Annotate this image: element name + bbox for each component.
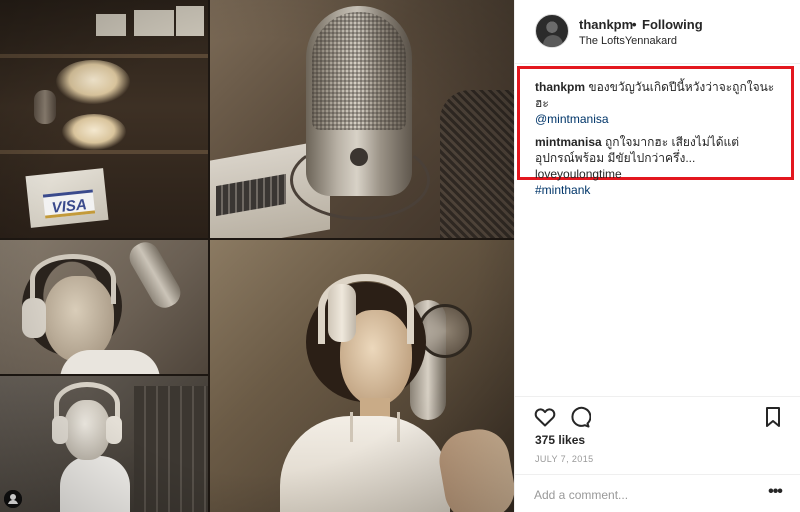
headphone-cup xyxy=(328,284,356,342)
shelf xyxy=(0,54,208,58)
lamp-glow xyxy=(56,60,130,104)
comment-item: mintmanisa ถูกใจมากฮะ เสียงไม่ได้แต่อุปก… xyxy=(535,134,777,198)
pop-filter xyxy=(440,90,514,238)
separator-dot: • xyxy=(632,17,637,32)
comment-username[interactable]: mintmanisa xyxy=(535,135,602,149)
like-heart-icon[interactable] xyxy=(533,405,557,429)
add-comment-bar: ••• xyxy=(515,474,800,512)
headphone-cup xyxy=(22,298,46,338)
shelf xyxy=(0,150,208,154)
more-options-icon[interactable]: ••• xyxy=(763,483,787,505)
comment-item: thankpm ของขวัญวันเกิดปีนี้หวังว่าจะถูกใ… xyxy=(535,79,777,127)
following-button[interactable]: Following xyxy=(642,17,703,32)
lamp-glow xyxy=(62,114,126,150)
bookmark-glyph xyxy=(766,407,780,427)
post-username[interactable]: thankpm xyxy=(579,17,633,32)
pop-filter xyxy=(418,304,472,358)
add-comment-input[interactable] xyxy=(534,485,754,505)
action-bar xyxy=(515,396,800,432)
collage-tile-laughing xyxy=(0,240,208,374)
visa-card: VISA xyxy=(42,189,96,219)
headphone-cup xyxy=(52,416,68,444)
collage-tile-smiling xyxy=(0,376,208,512)
headphones xyxy=(30,254,116,304)
collar xyxy=(350,412,400,442)
post-header: thankpm • Following The LoftsYennakard xyxy=(515,0,800,64)
comment-username[interactable]: thankpm xyxy=(535,80,585,94)
mention-link[interactable]: @mintmanisa xyxy=(535,112,609,126)
collage-tile-singing xyxy=(210,240,514,512)
post-photo[interactable]: VISA xyxy=(0,0,514,512)
hashtag-link[interactable]: #minthank xyxy=(535,183,590,197)
bubble-glyph xyxy=(571,406,592,428)
likes-count[interactable]: 375 likes xyxy=(535,433,585,447)
comment-bubble-icon[interactable] xyxy=(567,405,592,429)
avatar-silhouette xyxy=(543,35,563,47)
collage-tile-microphone xyxy=(210,0,514,238)
headphone-cup xyxy=(106,416,122,444)
comments-highlight-box: thankpm ของขวัญวันเกิดปีนี้หวังว่าจะถูกใ… xyxy=(517,66,794,197)
collage-tile-studio-desk: VISA xyxy=(0,0,208,238)
bookmark-icon[interactable] xyxy=(761,405,785,429)
location-link[interactable]: The LoftsYennakard xyxy=(579,35,677,47)
small-microphone xyxy=(34,90,56,124)
post-sidebar: thankpm • Following The LoftsYennakard t… xyxy=(514,0,800,512)
studio-window xyxy=(134,386,208,512)
studio-microphone xyxy=(124,240,186,313)
avatar[interactable] xyxy=(535,14,569,48)
shirt xyxy=(60,350,160,374)
arm xyxy=(434,424,514,512)
shirt xyxy=(60,456,130,512)
shelf-box xyxy=(134,10,174,36)
microphone-grill xyxy=(312,12,406,130)
shelf-box xyxy=(96,14,126,36)
post-date: JULY 7, 2015 xyxy=(535,454,594,464)
microphone-badge xyxy=(350,148,368,166)
shelf-box xyxy=(176,6,204,36)
heart-glyph xyxy=(534,408,556,427)
user-tag-glyph xyxy=(4,490,22,508)
user-icon[interactable] xyxy=(4,490,22,508)
